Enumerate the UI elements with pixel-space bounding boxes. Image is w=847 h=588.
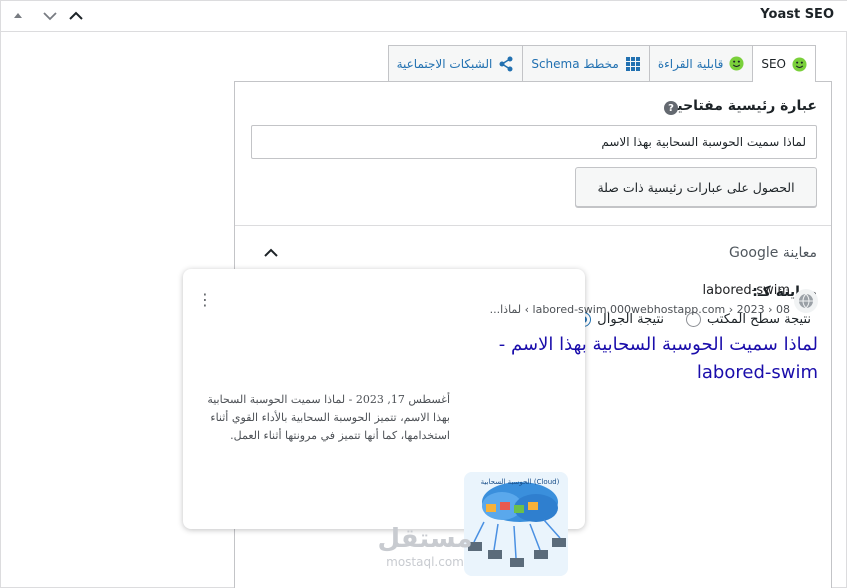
section-divider [235,225,831,226]
help-icon[interactable]: ? [664,101,678,115]
result-date: أغسطس 17, 2023 [355,393,450,406]
thumbnail-caption: الحوسبة السحابية (Cloud) [481,478,560,486]
result-snippet: أغسطس 17, 2023 - لماذا سميت الحوسبة السح… [198,391,450,445]
smiley-icon [729,56,744,71]
watermark-arabic: مستقل [377,524,473,554]
result-site-name: labored-swim [702,283,790,298]
mostaql-watermark: مستقل mostaql.com [373,523,477,569]
result-thumbnail: الحوسبة السحابية (Cloud) [464,472,568,576]
metabox-tabs: SEO قابلية القراءة مخطط Schema الشبكات ا… [387,45,816,82]
smiley-icon [792,56,807,72]
tab-label: الشبكات الاجتماعية [396,56,493,71]
get-related-keyphrases-button[interactable]: الحصول على عبارات رئيسية ذات صلة [575,167,817,207]
more-options-icon[interactable]: ⋮ [197,292,213,308]
result-url: labored-swim.000webhostapp.com › 2023 › … [489,303,790,316]
move-down-button[interactable] [39,5,61,27]
triangle-up-icon [14,13,22,18]
tab-social[interactable]: الشبكات الاجتماعية [387,45,524,81]
cloud-computing-image: الحوسبة السحابية (Cloud) [464,472,568,576]
chevron-up-icon [264,248,278,257]
metabox-header: Yoast SEO [1,1,847,32]
collapse-metabox-button[interactable] [65,5,87,27]
metabox-title: Yoast SEO [760,7,834,22]
chevron-down-icon [43,12,57,21]
globe-icon [794,289,818,313]
tab-schema[interactable]: مخطط Schema [522,45,650,81]
move-up-button[interactable] [7,5,29,27]
date-separator: - [348,393,353,406]
tab-label: قابلية القراءة [657,56,724,71]
tab-readability[interactable]: قابلية القراءة [648,45,754,81]
yoast-seo-metabox: Yoast SEO SEO قابلية القراءة مخطط Schema… [0,0,847,588]
google-preview-collapse-button[interactable] [261,242,281,264]
tab-label: SEO [761,57,786,71]
google-preview-title: معاينة Google [729,245,817,261]
tab-label: مخطط Schema [531,56,619,71]
tab-seo[interactable]: SEO [752,45,816,82]
focus-keyphrase-title: عبارة رئيسية مفتاحية [668,98,817,114]
focus-keyphrase-input[interactable] [251,125,817,159]
result-title-link[interactable]: لماذا سميت الحوسبة السحابية بهذا الاسم -… [458,331,818,387]
chevron-up-icon [69,11,83,20]
grid-icon [625,56,640,71]
share-icon [499,56,513,71]
watermark-latin: mostaql.com [386,555,464,569]
